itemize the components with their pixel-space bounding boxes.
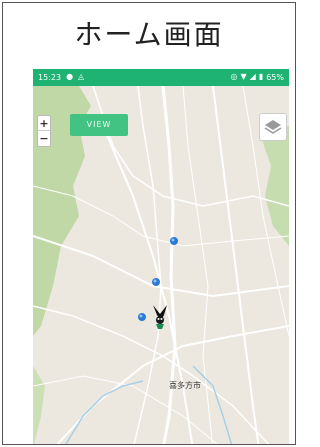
- phone-screenshot: 15:23 ● ◬ ◎ ▼ ◢ ▮ 65% + − VIEW 喜多方市: [33, 69, 289, 445]
- notification-icon: ●: [66, 72, 74, 81]
- zoom-control: + −: [37, 115, 51, 147]
- location-icon: ◎: [230, 72, 238, 81]
- map-marker: [138, 313, 146, 321]
- zoom-in-button[interactable]: +: [38, 116, 50, 131]
- zoom-out-button[interactable]: −: [38, 131, 50, 146]
- map-view[interactable]: + − VIEW 喜多方市: [33, 86, 289, 445]
- view-button[interactable]: VIEW: [70, 114, 128, 136]
- status-time: 15:23: [38, 72, 62, 82]
- map-marker: [152, 278, 160, 286]
- city-label: 喜多方市: [169, 381, 201, 390]
- wifi-icon: ▼: [240, 72, 247, 81]
- map-canvas[interactable]: [33, 86, 289, 445]
- screen-frame: ホーム画面 15:23 ● ◬ ◎ ▼ ◢ ▮ 65% + − VIEW 喜多方…: [2, 2, 296, 445]
- alert-icon: ◬: [78, 72, 85, 81]
- signal-icon: ◢: [249, 72, 256, 81]
- layers-button[interactable]: [259, 113, 287, 141]
- layers-icon: [264, 120, 282, 134]
- page-title: ホーム画面: [74, 18, 224, 51]
- battery-level: 65%: [266, 72, 284, 82]
- map-marker: [170, 237, 178, 245]
- status-bar: 15:23 ● ◬ ◎ ▼ ◢ ▮ 65%: [33, 69, 289, 86]
- battery-icon: ▮: [258, 72, 264, 81]
